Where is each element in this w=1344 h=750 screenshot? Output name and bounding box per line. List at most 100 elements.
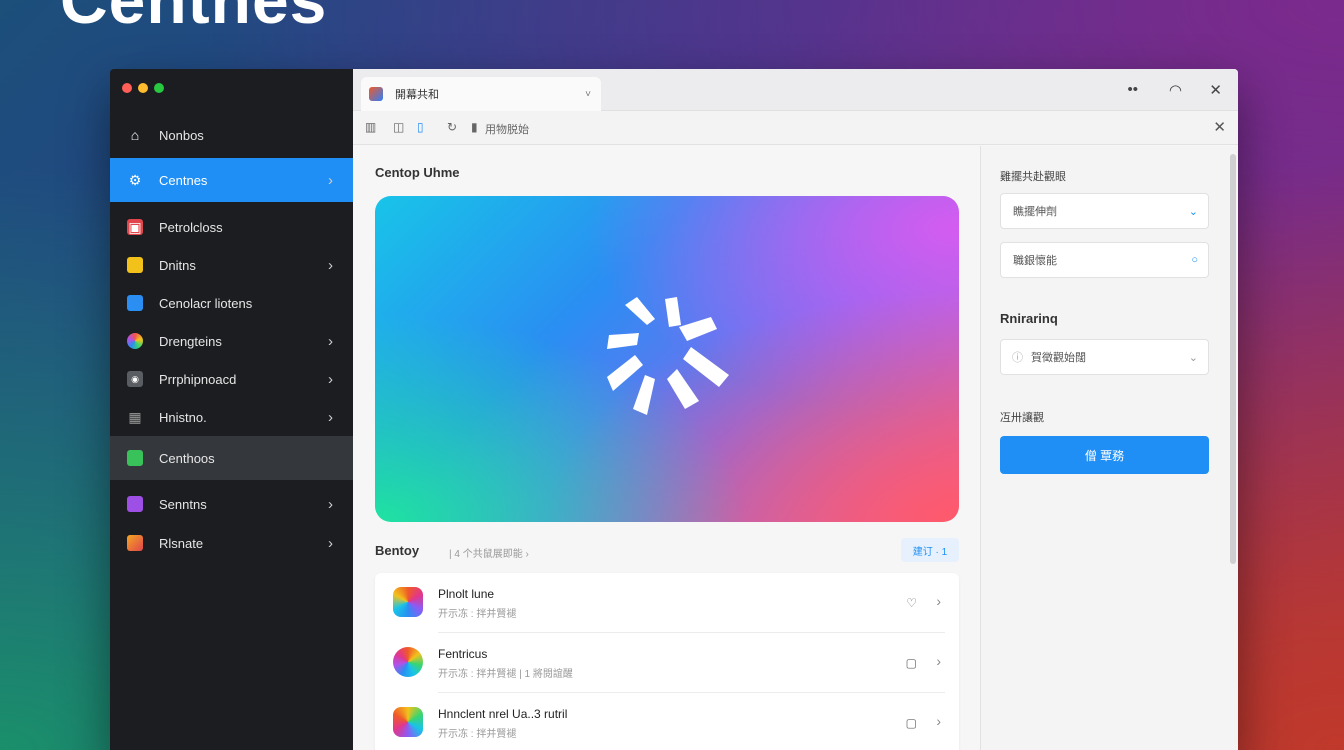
hero-title: Centnes (60, 0, 328, 37)
list-item-name: Fentricus (438, 647, 488, 661)
close-window-button[interactable] (122, 83, 132, 93)
scrollbar[interactable] (1229, 154, 1237, 564)
chevron-right-icon: › (328, 534, 333, 552)
zoom-window-button[interactable] (154, 83, 164, 93)
minimize-window-button[interactable] (138, 83, 148, 93)
text-field-value: 職銀懷能 (1013, 255, 1057, 267)
sidebar-item-sheets[interactable]: Centhoos (110, 436, 353, 480)
recent-header: Bentoy | 4 个共鼠展即能 › 建订 · 1 (375, 536, 959, 566)
chevron-right-icon[interactable]: › (936, 593, 941, 609)
sidebar-item-home[interactable]: ⌂ Nonbos (110, 115, 353, 155)
sidebar-item-label: Drengteins (159, 333, 222, 349)
chevron-down-icon: ⌄ (1188, 351, 1198, 364)
dropdown-field[interactable]: 瞧擺伸劑 ⌄ (1000, 193, 1209, 229)
list-item[interactable]: Plnolt lune 开示冻 : 拌并賢褪 ♡ › (375, 573, 959, 633)
list-item-name: Plnolt lune (438, 587, 495, 601)
comment-icon[interactable]: ▢ (906, 656, 917, 670)
image-icon (127, 295, 143, 311)
sidebar-item-label: Centnes (159, 172, 208, 188)
list-item-meta: 开示冻 : 拌并賢褪 (438, 729, 517, 740)
list-item[interactable]: Hnnclent nrel Ua..3 rutril 开示冻 : 拌并賢褪 ▢ … (375, 693, 959, 750)
browser-tab[interactable]: 開幕共和 ˅ (361, 77, 601, 111)
select-field[interactable]: ⓘ 賀徵觀始闊 ⌄ (1000, 339, 1209, 375)
chevron-right-icon[interactable]: › (936, 653, 941, 669)
window-traffic-lights (122, 83, 164, 93)
home-icon: ⌂ (130, 127, 140, 143)
app-icon (393, 647, 423, 677)
box-icon (127, 535, 143, 551)
sidebar-item-label: Cenolacr liotens (159, 295, 253, 311)
palette-icon (127, 333, 143, 349)
wifi-icon[interactable]: ◠ (1169, 81, 1182, 99)
app-window: ⌂ Nonbos ⚙ Centnes › ▣ Petrolcloss Dnitn… (110, 69, 1238, 750)
hero-card[interactable] (375, 196, 959, 522)
grid-icon: ▦ (128, 408, 142, 425)
close-icon[interactable]: ✕ (1213, 118, 1226, 136)
section-title: Centop Uhme (375, 165, 460, 180)
chevron-down-icon[interactable]: ˅ (585, 89, 591, 100)
recent-filter-button[interactable]: 建订 · 1 (901, 538, 959, 562)
sidebar-item-box[interactable]: Rlsnate › (110, 523, 353, 563)
chevron-right-icon: › (328, 256, 333, 274)
sidebar-item-settings[interactable]: ⚙ Centnes › (110, 158, 353, 202)
main-area: 開幕共和 ˅ •• ◠ ✕ ▥ ◫ ▯ ↻ ▮ 用物脱始 ✕ Centop Uh… (353, 69, 1238, 750)
chevron-down-icon: ⌄ (1188, 205, 1198, 218)
primary-button[interactable]: 僧 覃務 (1000, 436, 1209, 474)
tab-label: 開幕共和 (395, 89, 439, 101)
sidebar-item-label: Dnitns (159, 257, 196, 273)
sidebar-item-images[interactable]: Cenolacr liotens (110, 283, 353, 323)
text-field[interactable]: 職銀懷能 ○ (1000, 242, 1209, 278)
square-icon[interactable]: ▢ (906, 716, 917, 730)
select-value: 賀徵觀始闊 (1031, 352, 1086, 364)
list-item-name: Hnnclent nrel Ua..3 rutril (438, 707, 568, 721)
info-icon: ⓘ (1012, 352, 1023, 364)
app-icon (393, 587, 423, 617)
tab-favicon-icon (369, 87, 383, 101)
chevron-right-icon: › (328, 171, 333, 189)
app-list: Plnolt lune 开示冻 : 拌并賢褪 ♡ › Fentricus 开示冻… (375, 573, 959, 750)
list-item[interactable]: Fentricus 开示冻 : 拌并賢褪 | 1 將閱誼醒 ▢ › (375, 633, 959, 693)
heart-icon[interactable]: ♡ (906, 596, 917, 610)
address-field[interactable]: 用物脱始 (485, 121, 529, 137)
sidebar-item-label: Hnistno. (159, 409, 207, 425)
back-icon[interactable]: ◫ (393, 120, 404, 134)
sidebar-item-movies[interactable]: Senntns › (110, 484, 353, 524)
right-panel-label: 雞擺共赴觀眼 (1000, 171, 1066, 183)
recent-title: Bentoy (375, 543, 420, 558)
chevron-right-icon: › (328, 495, 333, 513)
right-panel: 雞擺共赴觀眼 瞧擺伸劑 ⌄ 職銀懷能 ○ Rnirarinq ⓘ 賀徵觀始闊 ⌄… (981, 146, 1238, 750)
tab-bar: 開幕共和 ˅ •• ◠ ✕ (353, 69, 1238, 111)
sidebar-item-label: Prrphipnoacd (159, 371, 237, 387)
sidebar-item-label: Rlsnate (159, 535, 204, 551)
movie-icon (127, 496, 143, 512)
sidebar-toggle-icon[interactable]: ▥ (365, 120, 376, 134)
circle-icon: ○ (1191, 254, 1198, 266)
chevron-right-icon[interactable]: › (936, 713, 941, 729)
chevron-right-icon: › (328, 370, 333, 388)
mail-icon: ▣ (127, 218, 143, 235)
camera-icon: ◉ (127, 371, 143, 387)
sidebar-item-label: Nonbos (159, 127, 204, 143)
sidebar-item-label: Petrolcloss (159, 219, 223, 235)
lock-icon: ▮ (471, 120, 478, 134)
app-logo-icon (607, 297, 729, 415)
sidebar-item-palette[interactable]: Drengteins › (110, 321, 353, 361)
right-panel-label: 冱卅讓觀 (1000, 412, 1044, 424)
sidebar: ⌂ Nonbos ⚙ Centnes › ▣ Petrolcloss Dnitn… (110, 69, 353, 750)
close-icon[interactable]: ✕ (1209, 81, 1222, 99)
sidebar-item-folder[interactable]: Dnitns › (110, 245, 353, 285)
recent-subtitle[interactable]: | 4 个共鼠展即能 › (449, 545, 529, 560)
app-icon (393, 707, 423, 737)
more-icon[interactable]: •• (1127, 81, 1138, 98)
chevron-right-icon: › (328, 408, 333, 426)
chevron-right-icon: › (328, 332, 333, 350)
reload-icon[interactable]: ↻ (447, 120, 457, 134)
sidebar-item-grid[interactable]: ▦ Hnistno. › (110, 397, 353, 437)
sidebar-item-label: Senntns (159, 496, 207, 512)
bookmark-icon[interactable]: ▯ (417, 120, 424, 134)
sidebar-item-mail[interactable]: ▣ Petrolcloss (110, 207, 353, 247)
list-item-meta: 开示冻 : 拌并賢褪 | 1 將閱誼醒 (438, 669, 573, 680)
scrollbar-thumb[interactable] (1230, 154, 1236, 564)
folder-icon (127, 257, 143, 273)
sidebar-item-camera[interactable]: ◉ Prrphipnoacd › (110, 359, 353, 399)
